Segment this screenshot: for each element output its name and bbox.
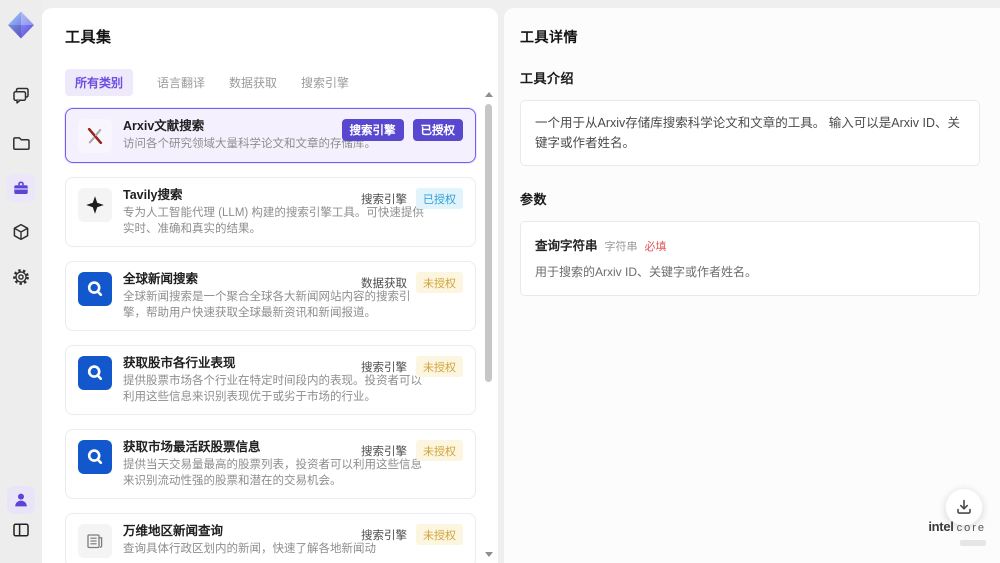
scrollbar-up-arrow[interactable] (485, 92, 493, 97)
tab-data-acquisition[interactable]: 数据获取 (229, 74, 277, 91)
param-description: 用于搜索的Arxiv ID、关键字或作者姓名。 (535, 265, 758, 279)
tool-icon (78, 356, 112, 390)
tool-list-item[interactable]: 获取市场最活跃股票信息 提供当天交易量最高的股票列表，投资者可以利用这些信息来识… (65, 429, 476, 499)
user-nav-icon[interactable] (7, 486, 35, 514)
brand-decoration (960, 540, 986, 546)
toolbox-nav-icon[interactable] (7, 174, 35, 202)
settings-gear-icon[interactable] (7, 263, 35, 291)
tool-description: 查询具体行政区划内的新闻，快速了解各地新闻动 (123, 543, 376, 555)
tool-list-item[interactable]: 全球新闻搜索 全球新闻搜索是一个聚合全球各大新闻网站内容的搜索引擎，帮助用户快速… (65, 261, 476, 331)
scrollbar-down-arrow[interactable] (485, 552, 493, 557)
tool-category-badge: 搜索引擎 (341, 119, 404, 141)
app-logo-icon (6, 10, 36, 40)
tool-icon (78, 188, 112, 222)
tool-list-item[interactable]: 获取股市各行业表现 提供股票市场各个行业在特定时间段内的表现。投资者可以利用这些… (65, 345, 476, 415)
tool-icon (78, 440, 112, 474)
app-window: 工具集 所有类别 语言翻译 数据获取 搜索引擎 Arxiv文献搜索 访问各个研究… (0, 0, 1000, 563)
tool-description: 全球新闻搜索是一个聚合全球各大新闻网站内容的搜索引擎，帮助用户快速获取全球最新资… (123, 291, 411, 319)
tool-list-panel: 工具集 所有类别 语言翻译 数据获取 搜索引擎 Arxiv文献搜索 访问各个研究… (42, 8, 498, 563)
param-card: 查询字符串 字符串 必填 用于搜索的Arxiv ID、关键字或作者姓名。 (520, 221, 980, 296)
list-scrollbar (484, 92, 493, 557)
intro-text: 一个用于从Arxiv存储库搜索科学论文和文章的工具。 输入可以是Arxiv ID… (520, 100, 980, 166)
tool-auth-badge: 未授权 (416, 524, 463, 545)
tool-auth-badge: 已授权 (416, 188, 463, 209)
scrollbar-thumb[interactable] (485, 104, 492, 382)
tool-auth-badge: 未授权 (416, 272, 463, 293)
tool-auth-badge: 已授权 (412, 119, 463, 141)
param-name: 查询字符串 (535, 239, 598, 253)
core-wordmark: core (956, 522, 986, 534)
tool-auth-badge: 未授权 (416, 440, 463, 461)
intel-wordmark: intel (928, 519, 954, 534)
tool-icon (78, 524, 112, 558)
tool-list-item[interactable]: 万维地区新闻查询 查询具体行政区划内的新闻，快速了解各地新闻动 搜索引擎 未授权 (65, 513, 476, 563)
tool-description: 访问各个研究领域大量科学论文和文章的存储库。 (123, 138, 376, 150)
panel-toggle-icon[interactable] (7, 516, 35, 544)
tool-category-badge: 搜索引擎 (361, 361, 407, 374)
tool-category-badge: 数据获取 (361, 277, 407, 290)
category-tabs: 所有类别 语言翻译 数据获取 搜索引擎 (65, 69, 476, 96)
tool-list-item[interactable]: Arxiv文献搜索 访问各个研究领域大量科学论文和文章的存储库。 搜索引擎 已授… (65, 108, 476, 163)
nav-rail (0, 0, 42, 563)
cube-nav-icon[interactable] (7, 218, 35, 246)
tool-category-badge: 搜索引擎 (361, 445, 407, 458)
tool-description: 提供当天交易量最高的股票列表，投资者可以利用这些信息来识别流动性强的股票和潜在的… (123, 459, 422, 487)
tool-detail-panel: 工具详情 工具介绍 一个用于从Arxiv存储库搜索科学论文和文章的工具。 输入可… (504, 8, 1000, 563)
page-title: 工具集 (65, 29, 112, 46)
download-icon (957, 499, 971, 514)
params-heading: 参数 (520, 192, 548, 207)
tab-all-categories[interactable]: 所有类别 (65, 69, 134, 96)
tool-auth-badge: 未授权 (416, 356, 463, 377)
tab-language-translation[interactable]: 语言翻译 (157, 74, 205, 91)
tool-list: Arxiv文献搜索 访问各个研究领域大量科学论文和文章的存储库。 搜索引擎 已授… (65, 108, 476, 563)
intel-core-logo: intel core (928, 520, 986, 548)
chat-nav-icon[interactable] (7, 81, 35, 109)
tool-description: 提供股票市场各个行业在特定时间段内的表现。投资者可以利用这些信息来识别表现优于或… (123, 375, 422, 403)
tool-icon (78, 272, 112, 306)
tool-icon (78, 119, 112, 153)
param-required-badge: 必填 (644, 241, 667, 253)
tool-category-badge: 搜索引擎 (361, 193, 407, 206)
tab-search-engine[interactable]: 搜索引擎 (301, 74, 349, 91)
param-type: 字符串 (604, 241, 638, 253)
tool-description: 专为人工智能代理 (LLM) 构建的搜索引擎工具。可快速提供实时、准确和真实的结… (123, 207, 424, 235)
intro-heading: 工具介绍 (520, 71, 575, 86)
tool-name: Arxiv文献搜索 (123, 119, 205, 133)
detail-title: 工具详情 (520, 29, 578, 45)
tool-category-badge: 搜索引擎 (361, 529, 407, 542)
tool-name: 万维地区新闻查询 (123, 524, 224, 538)
folder-nav-icon[interactable] (7, 129, 35, 157)
tool-list-item[interactable]: Tavily搜索 专为人工智能代理 (LLM) 构建的搜索引擎工具。可快速提供实… (65, 177, 476, 247)
